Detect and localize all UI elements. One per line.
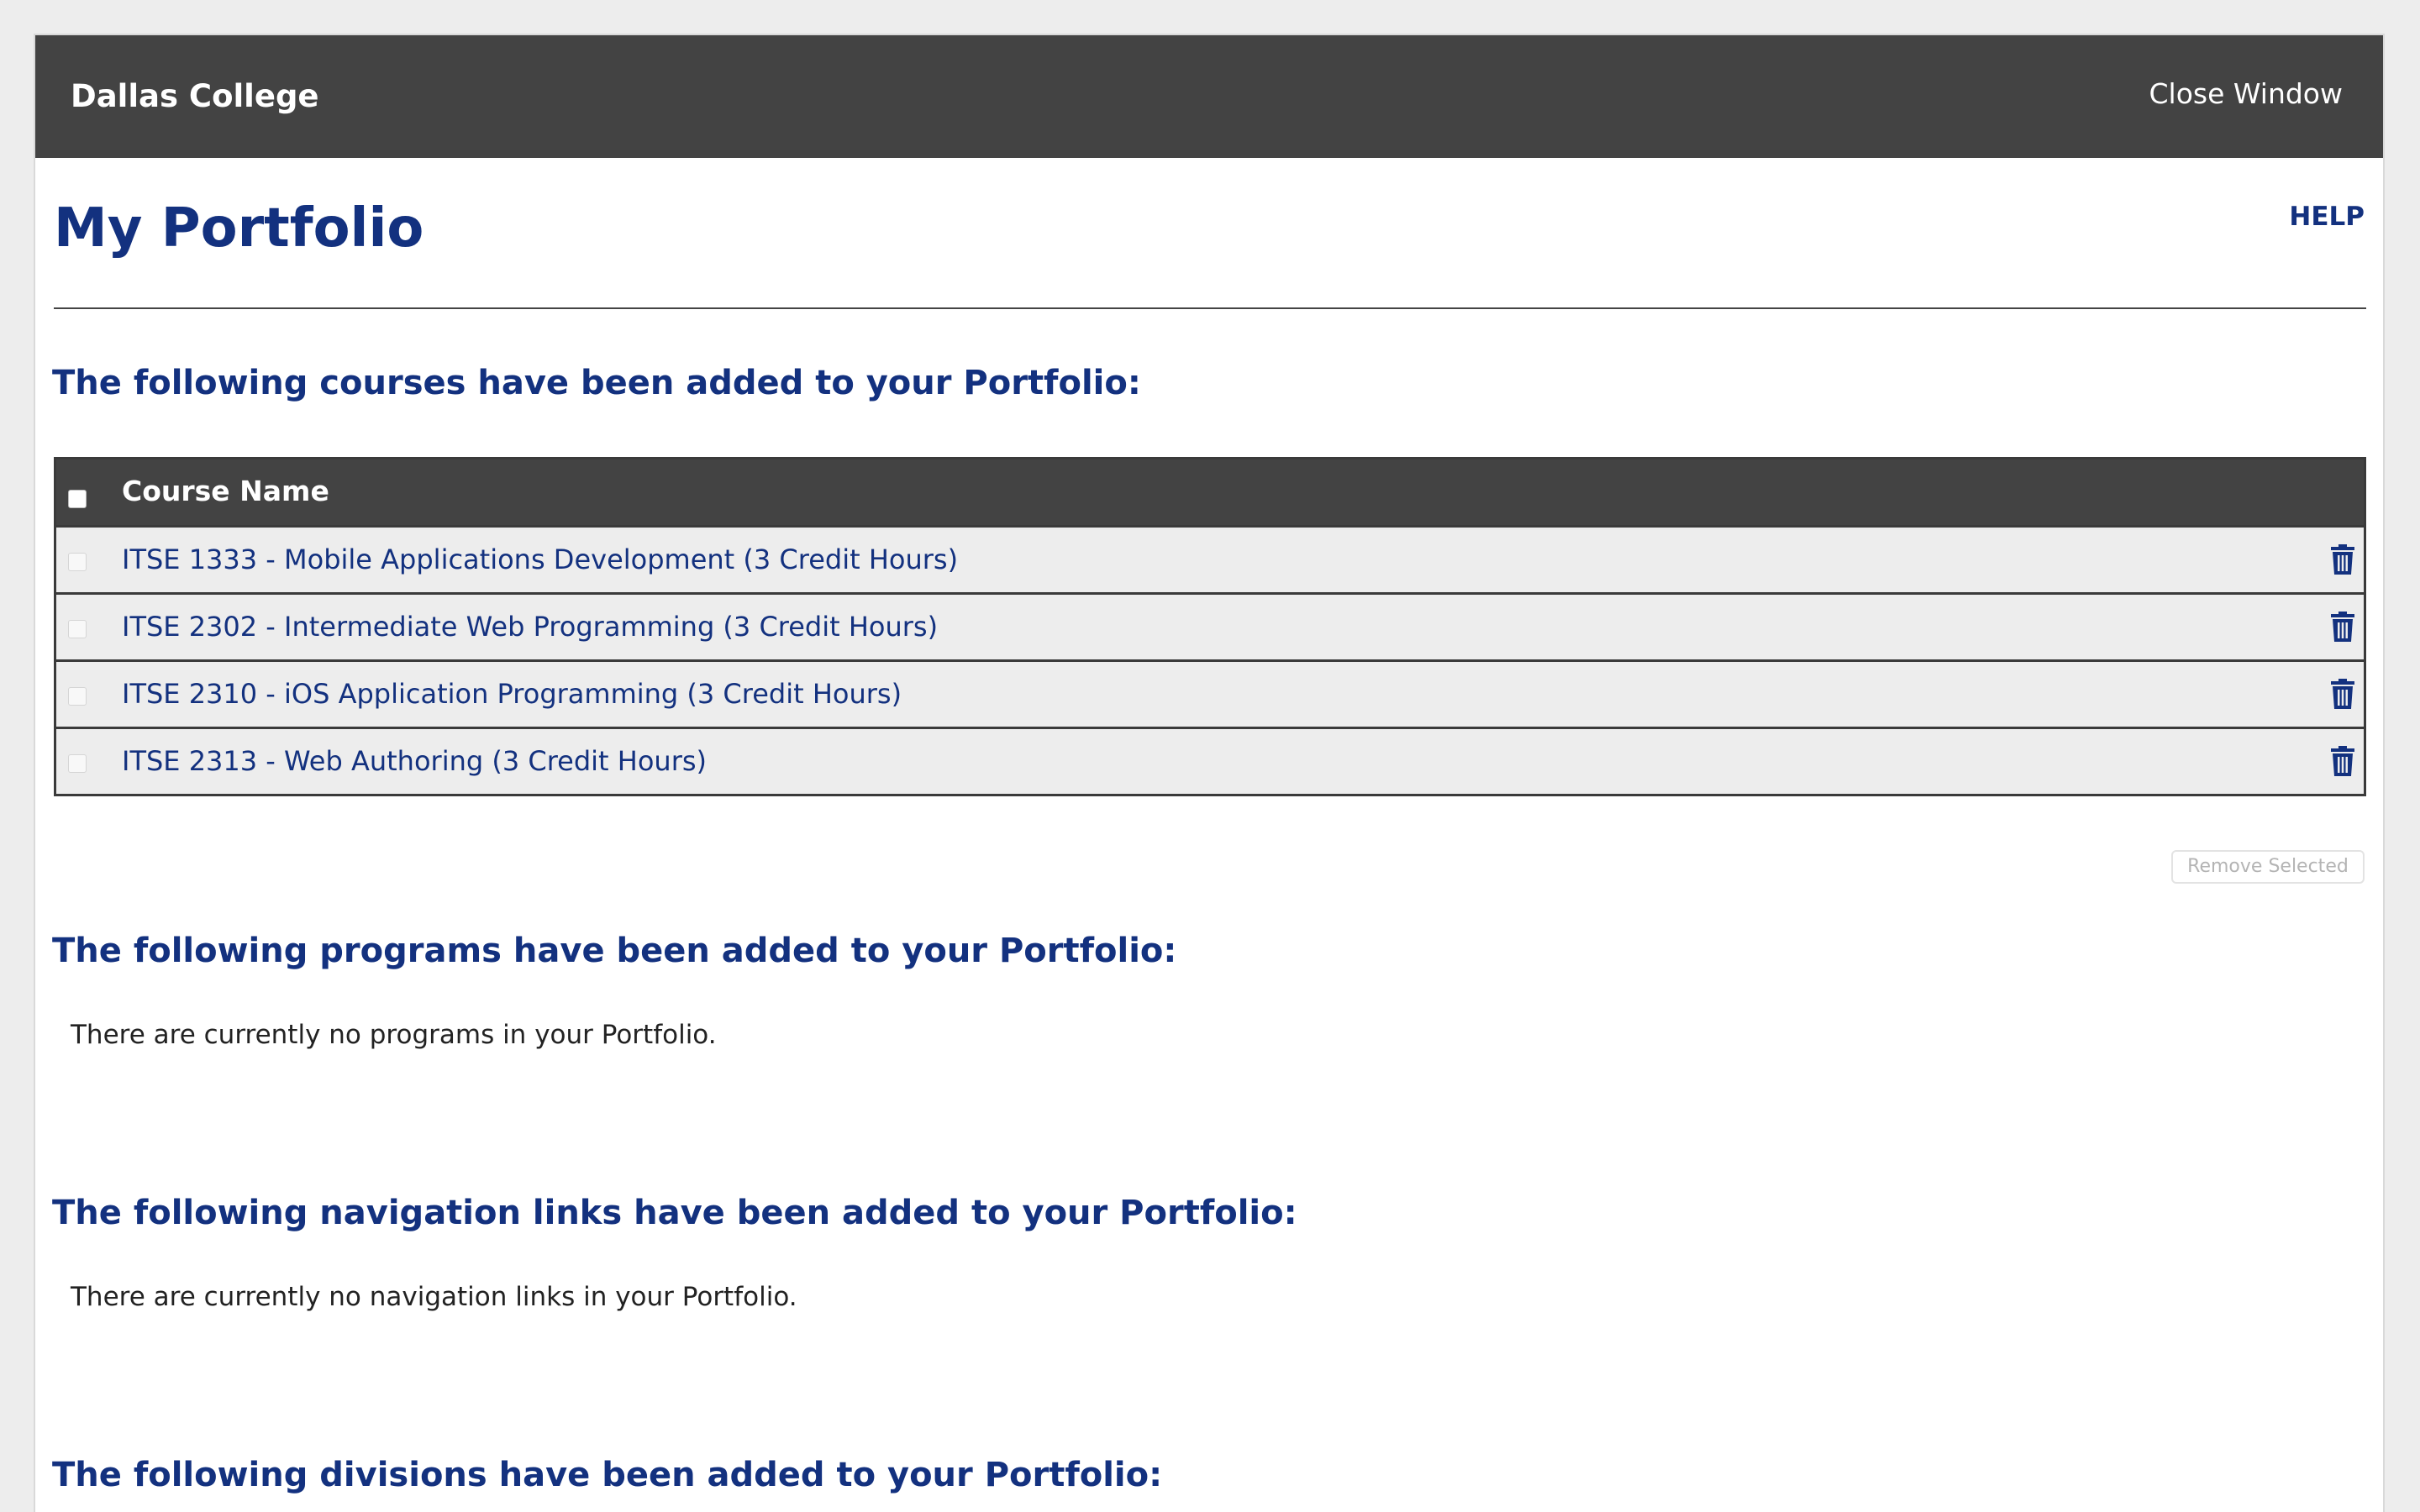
row-checkbox[interactable] <box>68 687 87 706</box>
select-all-checkbox[interactable] <box>68 490 87 508</box>
course-link[interactable]: ITSE 2310 - iOS Application Programming … <box>122 675 902 712</box>
programs-section-heading: The following programs have been added t… <box>52 932 1177 970</box>
column-header-course-name: Course Name <box>122 475 329 507</box>
trash-icon[interactable] <box>2330 612 2355 642</box>
table-row: ITSE 2310 - iOS Application Programming … <box>56 659 2364 727</box>
close-window-button[interactable]: Close Window <box>2149 76 2343 113</box>
table-row: ITSE 2313 - Web Authoring (3 Credit Hour… <box>56 727 2364 794</box>
row-checkbox[interactable] <box>68 754 87 773</box>
navigation-empty-message: There are currently no navigation links … <box>71 1282 797 1312</box>
page-title: My Portfolio <box>54 197 424 260</box>
top-bar: Dallas College Close Window <box>35 35 2383 158</box>
navigation-section-heading: The following navigation links have been… <box>52 1194 1297 1232</box>
trash-icon[interactable] <box>2330 679 2355 709</box>
table-header: Course Name <box>56 459 2364 525</box>
remove-selected-button[interactable]: Remove Selected <box>2171 850 2365 884</box>
table-row: ITSE 1333 - Mobile Applications Developm… <box>56 525 2364 592</box>
table-row: ITSE 2302 - Intermediate Web Programming… <box>56 592 2364 659</box>
courses-section-heading: The following courses have been added to… <box>52 364 1141 402</box>
trash-icon[interactable] <box>2330 544 2355 575</box>
help-link[interactable]: HELP <box>2289 200 2365 234</box>
course-link[interactable]: ITSE 2313 - Web Authoring (3 Credit Hour… <box>122 743 707 780</box>
row-checkbox[interactable] <box>68 553 87 571</box>
page-background: Dallas College Close Window My Portfolio… <box>0 0 2420 1512</box>
programs-empty-message: There are currently no programs in your … <box>71 1020 717 1050</box>
title-divider <box>54 307 2366 309</box>
brand-title: Dallas College <box>71 78 319 114</box>
courses-table: Course Name ITSE 1333 - Mobile Applicati… <box>54 457 2366 796</box>
row-checkbox[interactable] <box>68 620 87 638</box>
portfolio-window: Dallas College Close Window My Portfolio… <box>34 34 2385 1512</box>
course-link[interactable]: ITSE 2302 - Intermediate Web Programming… <box>122 608 938 645</box>
divisions-section-heading: The following divisions have been added … <box>52 1456 1163 1494</box>
course-link[interactable]: ITSE 1333 - Mobile Applications Developm… <box>122 541 958 578</box>
trash-icon[interactable] <box>2330 746 2355 776</box>
